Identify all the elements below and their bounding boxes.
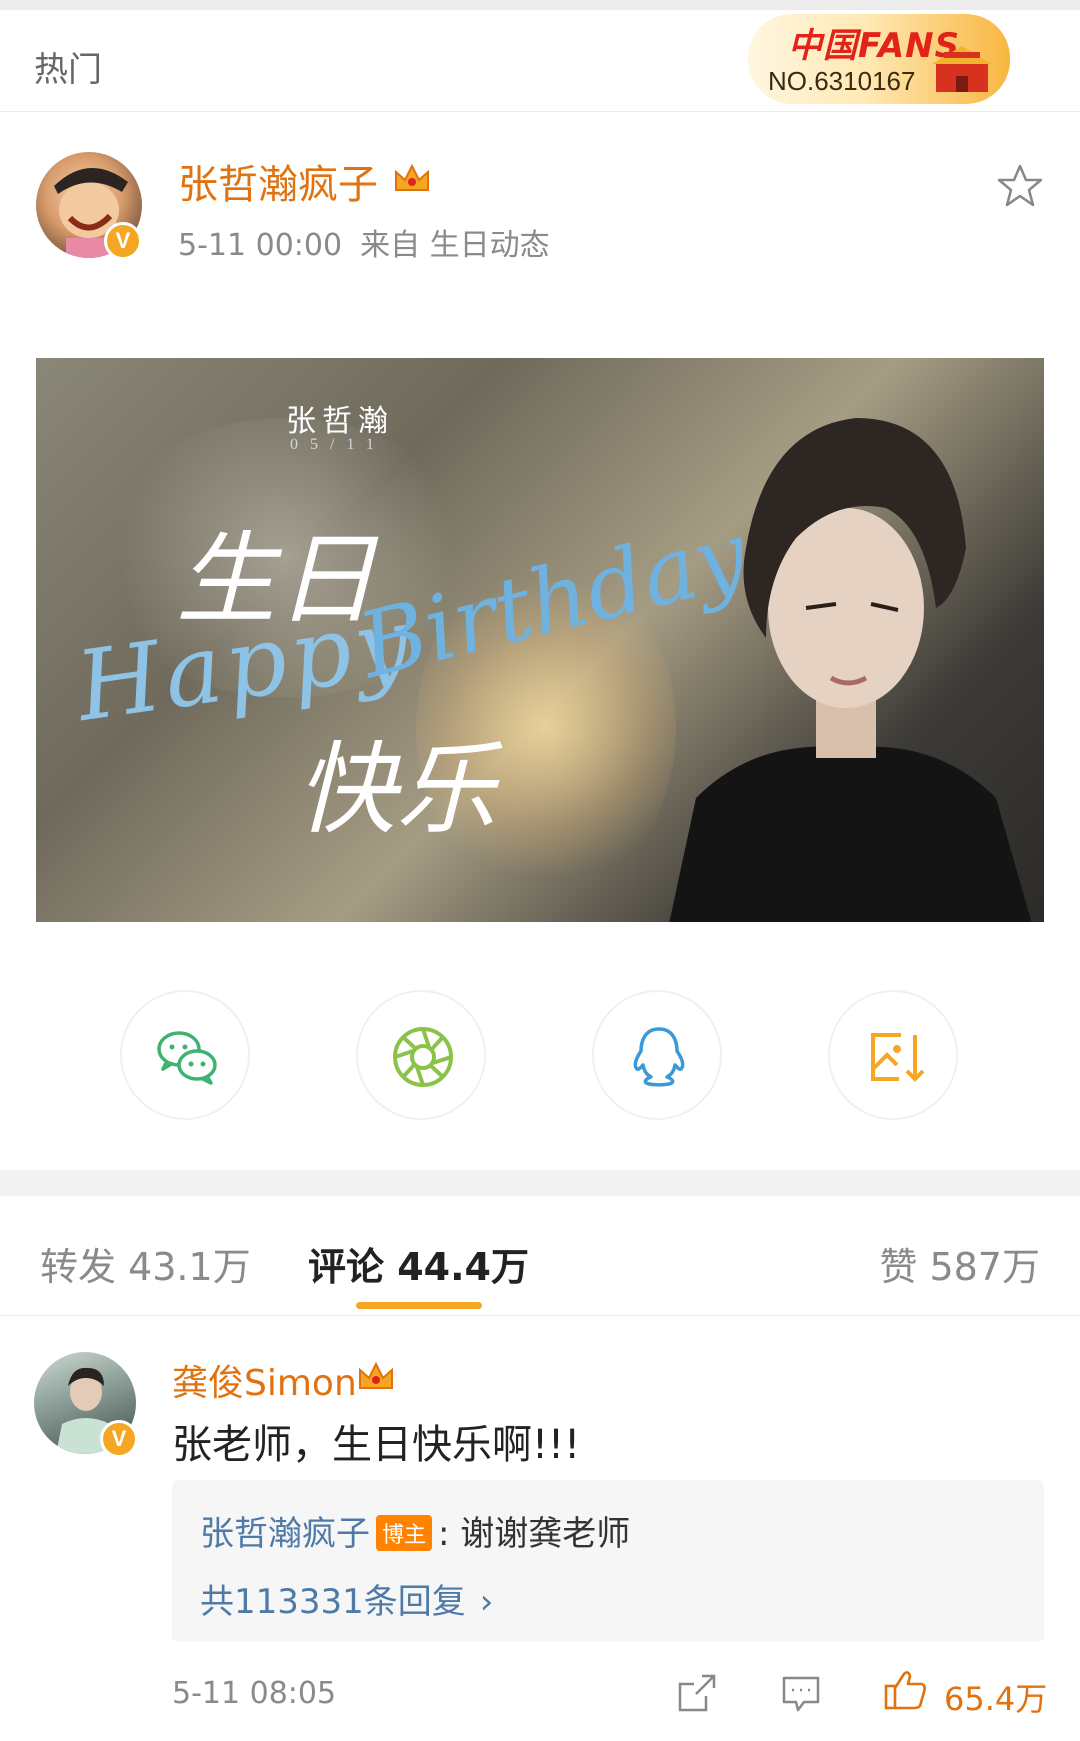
commenter-crown-icon xyxy=(359,1361,393,1389)
image-name-text: 张哲瀚 xyxy=(286,404,394,439)
section-title: 热门 xyxy=(34,50,102,90)
tab-repost[interactable]: 转发 43.1万 xyxy=(40,1236,251,1291)
reply-author[interactable]: 张哲瀚疯子 xyxy=(200,1514,370,1554)
blogger-tag: 博主 xyxy=(376,1514,433,1551)
person-portrait xyxy=(669,418,1032,922)
share-qq-button[interactable] xyxy=(592,990,722,1120)
commenter-verified-icon: V xyxy=(100,1420,138,1458)
fans-badge[interactable]: 中国FANS NO.6310167 xyxy=(748,14,1010,104)
wechat-icon xyxy=(157,1031,217,1085)
favorite-star-icon[interactable] xyxy=(996,162,1044,210)
verified-badge-icon: V xyxy=(104,222,142,260)
reply-box[interactable]: 张哲瀚疯子 博主: 谢谢龚老师 共113331条回复 › xyxy=(172,1480,1044,1642)
gate-icon xyxy=(932,46,992,92)
share-icon[interactable] xyxy=(676,1672,718,1714)
reply-count-text: 共113331条回复 xyxy=(200,1582,466,1622)
section-divider xyxy=(0,1170,1080,1196)
image-date-text: 05/11 xyxy=(290,436,386,453)
comment-item: V 龚俊Simon 张老师，生日快乐啊!!! 张哲瀚疯子 博主: 谢谢龚老师 共1… xyxy=(0,1316,1080,1741)
post-source: 来自 生日动态 xyxy=(360,228,550,263)
comment-like-count: 65.4万 xyxy=(944,1680,1048,1718)
reply-text: : 谢谢龚老师 xyxy=(438,1514,631,1554)
share-moments-button[interactable] xyxy=(356,990,486,1120)
chevron-right-icon: › xyxy=(479,1582,494,1622)
post-image[interactable]: 张哲瀚 05/11 Happy Birthday 生日 快乐 xyxy=(36,358,1044,922)
reply-line: 张哲瀚疯子 博主: 谢谢龚老师 xyxy=(200,1506,630,1555)
comment-icon[interactable] xyxy=(780,1672,822,1714)
comment-text: 张老师，生日快乐啊!!! xyxy=(172,1422,581,1468)
status-strip xyxy=(0,0,1080,10)
save-image-button[interactable] xyxy=(828,990,958,1120)
share-row xyxy=(0,990,1080,1130)
tab-like[interactable]: 赞 587万 xyxy=(879,1236,1040,1291)
post-header: V 张哲瀚疯子 5-11 00:00 来自 生日动态 xyxy=(0,112,1080,292)
save-image-icon xyxy=(871,1033,925,1082)
crown-icon xyxy=(395,163,429,191)
reply-count-link[interactable]: 共113331条回复 › xyxy=(200,1574,493,1623)
interaction-tabs: 转发 43.1万 评论 44.4万 赞 587万 xyxy=(0,1196,1080,1316)
share-wechat-button[interactable] xyxy=(120,990,250,1120)
post-time: 5-11 00:00 xyxy=(178,228,343,263)
qq-icon xyxy=(633,1027,685,1087)
image-cn-line2: 快乐 xyxy=(296,731,496,848)
author-name[interactable]: 张哲瀚疯子 xyxy=(178,152,378,210)
comment-time: 5-11 08:05 xyxy=(172,1676,337,1711)
thumbs-up-icon[interactable] xyxy=(882,1666,928,1712)
commenter-name[interactable]: 龚俊Simon xyxy=(172,1354,357,1406)
top-bar: 热门 中国FANS NO.6310167 xyxy=(0,0,1080,112)
tab-comment[interactable]: 评论 44.4万 xyxy=(308,1236,529,1291)
image-cn-line1: 生日 xyxy=(176,521,376,638)
moments-icon xyxy=(393,1027,453,1087)
post-meta: 5-11 00:00 来自 生日动态 xyxy=(178,220,568,264)
tab-active-indicator xyxy=(356,1302,482,1309)
fans-number: NO.6310167 xyxy=(768,66,916,96)
